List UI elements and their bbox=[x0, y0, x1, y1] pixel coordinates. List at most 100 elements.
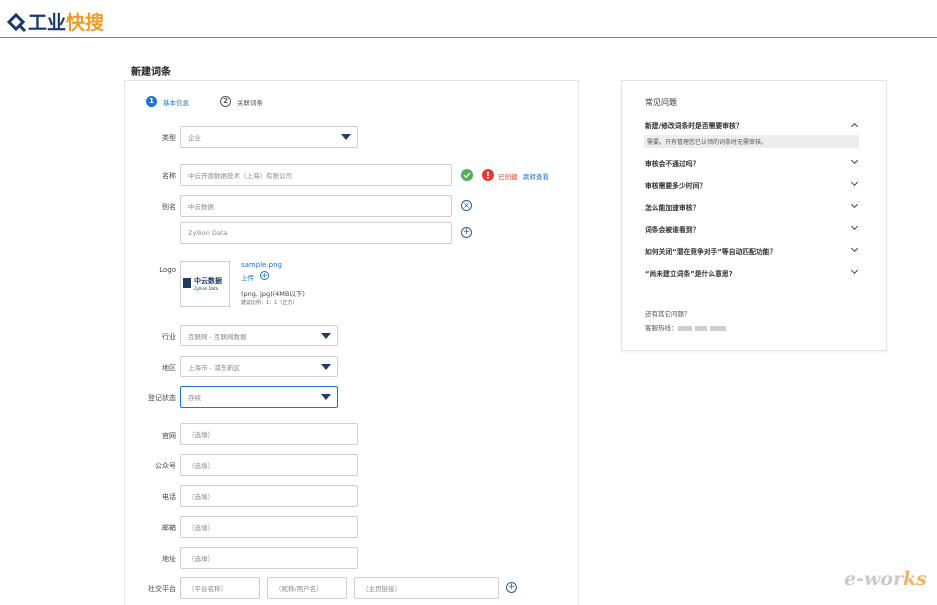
ework-watermark-logo: e-works bbox=[844, 568, 927, 590]
type-value: 企业 bbox=[188, 134, 201, 142]
email-placeholder: （选填） bbox=[188, 524, 214, 532]
region-select[interactable]: 上海市 - 浦东新区 bbox=[180, 356, 338, 377]
watermark-text-1: e-wor bbox=[844, 568, 904, 590]
brand-name-part2: 快搜 bbox=[66, 12, 105, 34]
type-select[interactable]: 企业 bbox=[180, 126, 358, 148]
faq-question-6[interactable]: 如何关闭“潜在竞争对手”等自动匹配功能？ bbox=[645, 246, 776, 256]
logo-format-hint: (png, jpg)(4MB以下) bbox=[241, 290, 305, 298]
remove-alias-icon[interactable]: × bbox=[461, 200, 472, 211]
faq-hotline: 客服热线： bbox=[645, 322, 729, 332]
logo-preview: 中云数据 Zyllion Data bbox=[180, 261, 230, 307]
dropdown-caret-icon bbox=[321, 363, 331, 370]
brand-name-part1: 工业 bbox=[28, 12, 67, 34]
chevron-up-icon[interactable] bbox=[850, 122, 859, 131]
faq-question-7[interactable]: “尚未建立词条”是什么意思? bbox=[645, 268, 733, 278]
redacted-number bbox=[709, 325, 726, 331]
redacted-number bbox=[677, 325, 692, 331]
upload-plus-icon[interactable]: + bbox=[260, 271, 269, 280]
wechat-placeholder: （选填） bbox=[188, 462, 214, 470]
logo-image-subtext: Zyllion Data bbox=[194, 286, 219, 291]
alias-value-1: 中云数据 bbox=[188, 203, 214, 211]
page-title: 新建词条 bbox=[131, 67, 171, 78]
address-placeholder: （选填） bbox=[188, 555, 214, 563]
email-label: 邮箱 bbox=[162, 524, 176, 532]
logo-filename: sample.png bbox=[241, 261, 282, 269]
logo-ratio-hint: 建议比例：1：1（正方） bbox=[241, 300, 298, 306]
social-homepage-input[interactable]: （主页链接） bbox=[354, 577, 499, 599]
industry-value: 互联网 - 互联网数据 bbox=[188, 332, 247, 341]
reg-status-label: 登记状态 bbox=[148, 394, 176, 402]
entry-form-card: 1 基本信息 2 关联词条 类型 企业 名称 中云开源数据技术（上海）有限公司 … bbox=[124, 80, 579, 605]
address-label: 地址 bbox=[162, 555, 176, 563]
chevron-down-icon[interactable] bbox=[850, 266, 859, 275]
faq-question-4[interactable]: 怎么能加速审核？ bbox=[645, 202, 699, 212]
alias-value-2: Zyllion Data bbox=[188, 229, 228, 237]
chevron-down-icon[interactable] bbox=[850, 178, 859, 187]
social-platform-placeholder: （平台名称） bbox=[188, 585, 227, 593]
search-icon bbox=[6, 12, 27, 32]
already-created-text: 已创建 bbox=[498, 173, 518, 181]
phone-placeholder: （选填） bbox=[188, 493, 214, 501]
chevron-down-icon[interactable] bbox=[850, 200, 859, 209]
logo-label: Logo bbox=[159, 266, 176, 274]
email-input[interactable]: （选填） bbox=[180, 516, 358, 538]
hotline-label: 客服热线： bbox=[645, 324, 678, 332]
watermark-text-2: ks bbox=[903, 568, 927, 590]
website-label: 官网 bbox=[162, 432, 176, 440]
faq-question-2[interactable]: 审核会不通过吗？ bbox=[645, 158, 699, 168]
reg-status-select[interactable]: 存续 bbox=[180, 386, 338, 408]
phone-input[interactable]: （选填） bbox=[180, 485, 358, 507]
faq-answer-1: 需要。只有管理您已认领的词条时无需审核。 bbox=[644, 135, 859, 148]
website-input[interactable]: （选填） bbox=[180, 423, 358, 445]
social-nickname-placeholder: （昵称/用户名） bbox=[275, 585, 323, 593]
alias-input-2[interactable]: Zyllion Data bbox=[180, 222, 452, 244]
dropdown-caret-icon bbox=[321, 332, 331, 339]
alert-circle-icon bbox=[482, 169, 494, 181]
name-label: 名称 bbox=[162, 172, 176, 180]
chevron-down-icon[interactable] bbox=[850, 244, 859, 253]
logo-image-text: 中云数据 bbox=[194, 277, 222, 285]
industry-select[interactable]: 互联网 - 互联网数据 bbox=[180, 325, 338, 346]
step-2-number[interactable]: 2 bbox=[220, 96, 231, 107]
type-label: 类型 bbox=[162, 134, 176, 142]
faq-question-1[interactable]: 新建/修改词条时是否需要审核？ bbox=[645, 120, 743, 130]
redacted-number bbox=[694, 325, 707, 331]
chevron-down-icon[interactable] bbox=[850, 156, 859, 165]
region-label: 地区 bbox=[162, 364, 176, 372]
name-value: 中云开源数据技术（上海）有限公司 bbox=[188, 172, 292, 180]
faq-question-3[interactable]: 审核需要多少时间？ bbox=[645, 180, 706, 190]
faq-title: 常见问题 bbox=[645, 98, 677, 107]
social-homepage-placeholder: （主页链接） bbox=[362, 585, 401, 593]
address-input[interactable]: （选填） bbox=[180, 547, 358, 569]
check-circle-icon bbox=[461, 169, 473, 181]
step-2-label[interactable]: 关联词条 bbox=[237, 97, 263, 107]
name-input[interactable]: 中云开源数据技术（上海）有限公司 bbox=[180, 164, 452, 186]
alias-label: 别名 bbox=[162, 203, 176, 211]
brand-logo[interactable]: 工业 快搜 bbox=[6, 8, 104, 35]
social-platform-input[interactable]: （平台名称） bbox=[180, 577, 260, 599]
faq-more-questions: 还有其它问题？ bbox=[645, 310, 691, 318]
social-label: 社交平台 bbox=[148, 585, 176, 593]
phone-label: 电话 bbox=[162, 493, 176, 501]
jump-to-view-link[interactable]: 跳转查看 bbox=[523, 171, 549, 181]
add-alias-icon[interactable]: + bbox=[461, 227, 472, 238]
faq-question-5[interactable]: 词条会被谁看到？ bbox=[645, 224, 699, 234]
social-nickname-input[interactable]: （昵称/用户名） bbox=[267, 577, 347, 599]
industry-label: 行业 bbox=[162, 333, 176, 341]
add-social-icon[interactable]: + bbox=[506, 582, 517, 593]
wechat-input[interactable]: （选填） bbox=[180, 454, 358, 476]
wechat-label: 公众号 bbox=[155, 462, 176, 470]
logo-mark bbox=[183, 278, 191, 288]
dropdown-caret-icon bbox=[341, 134, 351, 140]
region-value: 上海市 - 浦东新区 bbox=[188, 363, 240, 372]
top-header: 工业 快搜 bbox=[0, 0, 937, 38]
faq-card: 常见问题 新建/修改词条时是否需要审核？ 需要。只有管理您已认领的词条时无需审核… bbox=[621, 80, 887, 351]
reg-status-value: 存续 bbox=[188, 394, 201, 402]
dropdown-caret-icon bbox=[321, 394, 331, 400]
upload-link[interactable]: 上传 bbox=[241, 272, 254, 282]
step-1-label[interactable]: 基本信息 bbox=[163, 97, 189, 107]
alias-input-1[interactable]: 中云数据 bbox=[180, 195, 452, 217]
chevron-down-icon[interactable] bbox=[850, 222, 859, 231]
website-placeholder: （选填） bbox=[188, 431, 214, 439]
step-1-number[interactable]: 1 bbox=[146, 96, 157, 107]
